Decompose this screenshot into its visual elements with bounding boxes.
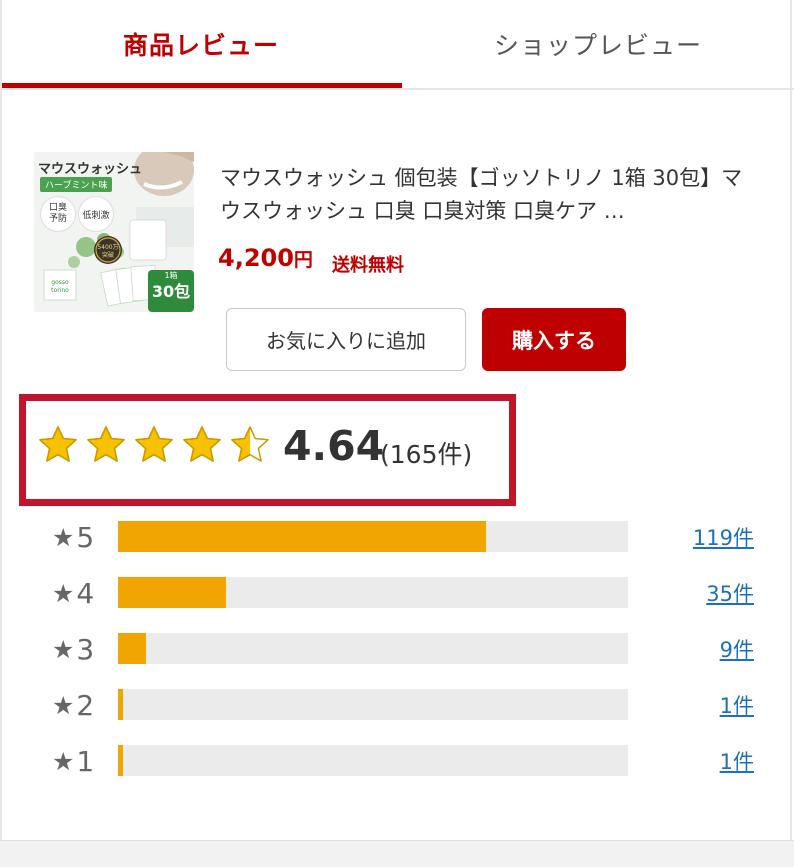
svg-text:突破: 突破 [102,251,114,259]
star-full-icon [87,426,125,462]
thumb-badge-low-irritation: 低刺激 [78,196,114,232]
distribution-count-link[interactable]: 35件 [706,576,754,610]
tab-product-review[interactable]: 商品レビュー [0,0,402,88]
distribution-bar-track [118,633,628,664]
distribution-star-number: 1 [76,744,95,778]
distribution-row-1: ★ 1 1件 [0,744,794,778]
distribution-count-link[interactable]: 9件 [720,632,754,666]
svg-text:torino: torino [51,287,69,294]
thumb-brand: マウスウォッシュ [38,162,143,177]
distribution-star-label: ★ 2 [52,688,94,722]
active-tab-indicator [2,83,402,88]
thumb-box-count: 1箱 30包 [148,270,194,302]
footer-band [0,840,794,867]
distribution-star-number: 3 [76,632,95,666]
distribution-bar-fill [118,633,146,664]
thumb-box-small: 1箱 [164,271,178,280]
distribution-row-3: ★ 3 9件 [0,632,794,666]
star-small-icon: ★ [52,522,75,552]
distribution-count-link[interactable]: 119件 [693,520,754,554]
star-half-icon [231,426,269,462]
distribution-row-5: ★ 5 119件 [0,520,794,554]
star-small-icon: ★ [52,746,75,776]
distribution-count-link[interactable]: 1件 [720,688,754,722]
svg-text:5400万: 5400万 [97,244,118,251]
rating-stars [38,425,270,465]
distribution-star-number: 2 [76,688,95,722]
distribution-bar-track [118,745,628,776]
price-unit: 円 [293,249,313,271]
distribution-star-label: ★ 3 [52,632,94,666]
tab-shop-review[interactable]: ショップレビュー [402,0,794,88]
product-price: 4,200円 [218,244,313,272]
add-to-favorites-button[interactable]: お気に入りに追加 [226,308,466,371]
distribution-star-label: ★ 1 [52,744,94,778]
distribution-star-number: 5 [76,520,95,554]
thumb-box-big: 30包 [151,282,191,301]
star-full-icon [135,426,173,462]
distribution-bar-fill [118,521,486,552]
thumb-badge-prevent: 口臭 予防 [40,196,76,232]
distribution-bar-track [118,689,628,720]
distribution-bar-fill [118,577,226,608]
star-small-icon: ★ [52,690,75,720]
distribution-count-link[interactable]: 1件 [720,744,754,778]
star-full-icon [183,426,221,462]
product-image[interactable]: 5400万 突破 gosso torino マウスウォッシュ ハーブミント味 口… [34,152,194,312]
distribution-star-label: ★ 4 [52,576,94,610]
review-tabs: 商品レビュー ショップレビュー [0,0,794,90]
shipping-free-label: 送料無料 [332,255,404,276]
distribution-bar-track [118,577,628,608]
distribution-row-2: ★ 2 1件 [0,688,794,722]
distribution-bar-fill [118,689,123,720]
svg-text:gosso: gosso [51,279,69,286]
star-small-icon: ★ [52,634,75,664]
product-title[interactable]: マウスウォッシュ 個包装【ゴッソトリノ 1箱 30包】マウスウォッシュ 口臭 口… [220,162,760,228]
buy-button[interactable]: 購入する [482,308,626,371]
star-small-icon: ★ [52,578,75,608]
distribution-star-label: ★ 5 [52,520,94,554]
rating-average: 4.64 [283,422,385,470]
distribution-row-4: ★ 4 35件 [0,576,794,610]
distribution-bar-fill [118,745,123,776]
distribution-star-number: 4 [76,576,95,610]
rating-count: (165件) [380,440,473,469]
star-full-icon [39,426,77,462]
thumb-flavor: ハーブミント味 [40,177,113,192]
distribution-bar-track [118,521,628,552]
price-number: 4,200 [218,244,294,272]
